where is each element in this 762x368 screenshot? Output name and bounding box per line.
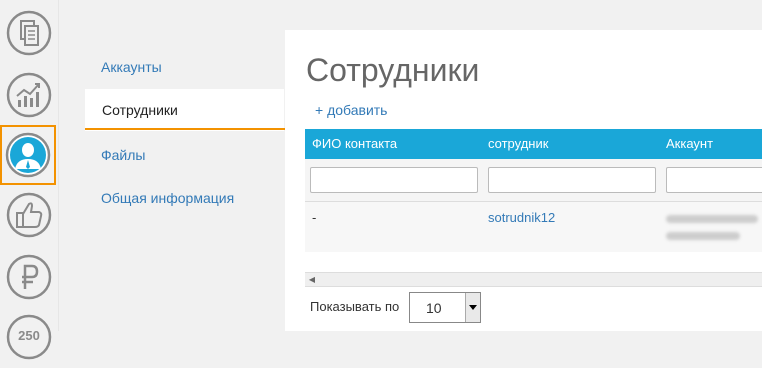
- main-panel: Сотрудники + добавить ФИО контакта сотру…: [285, 30, 762, 331]
- column-header-employee[interactable]: сотрудник: [488, 129, 548, 159]
- thumbs-up-icon: [6, 192, 52, 238]
- cell-employee-link[interactable]: sotrudnik12: [488, 210, 555, 225]
- rail-item-analytics[interactable]: [0, 64, 58, 126]
- cell-fio: -: [312, 210, 317, 225]
- filter-row: [305, 159, 762, 202]
- filter-fio-input[interactable]: [310, 167, 478, 193]
- badge-250-icon: 250: [6, 314, 52, 360]
- subnav-item-employees[interactable]: Сотрудники: [85, 89, 284, 131]
- employees-table: ФИО контакта сотрудник Аккаунт - sotrudn…: [305, 129, 762, 252]
- user-icon: [5, 132, 51, 178]
- active-tab-underline: [85, 128, 285, 130]
- scroll-left-icon[interactable]: ◀: [307, 275, 317, 285]
- chevron-down-icon[interactable]: [465, 293, 480, 322]
- page-size-value: 10: [426, 300, 442, 316]
- svg-text:250: 250: [18, 328, 40, 343]
- column-header-fio[interactable]: ФИО контакта: [312, 129, 397, 159]
- page-title: Сотрудники: [306, 52, 480, 88]
- rail-item-documents[interactable]: [0, 2, 58, 64]
- cell-account-redacted: [666, 210, 762, 244]
- column-header-account[interactable]: Аккаунт: [666, 129, 713, 159]
- chart-growth-icon: [6, 72, 52, 118]
- horizontal-scrollbar[interactable]: ◀: [305, 272, 762, 287]
- icon-rail: 250: [0, 0, 59, 360]
- table-header: ФИО контакта сотрудник Аккаунт: [305, 129, 762, 159]
- rail-item-feedback[interactable]: [0, 184, 58, 246]
- page-size-label: Показывать по: [310, 299, 400, 314]
- rail-item-users[interactable]: [0, 125, 56, 185]
- rail-item-finance[interactable]: [0, 246, 58, 308]
- filter-employee-input[interactable]: [488, 167, 656, 193]
- subnav-item-accounts[interactable]: Аккаунты: [101, 59, 162, 75]
- filter-account-input[interactable]: [666, 167, 762, 193]
- add-employee-link[interactable]: + добавить: [315, 102, 387, 118]
- table-row[interactable]: - sotrudnik12: [305, 202, 762, 252]
- subnav-item-general-info[interactable]: Общая информация: [101, 190, 234, 206]
- subnav-item-files[interactable]: Файлы: [101, 147, 145, 163]
- page-size-select[interactable]: 10: [409, 292, 481, 323]
- rail-item-badge[interactable]: 250: [0, 306, 58, 368]
- ruble-icon: [6, 254, 52, 300]
- sub-navigation: Аккаунты Сотрудники Файлы Общая информац…: [70, 30, 284, 331]
- documents-icon: [6, 10, 52, 56]
